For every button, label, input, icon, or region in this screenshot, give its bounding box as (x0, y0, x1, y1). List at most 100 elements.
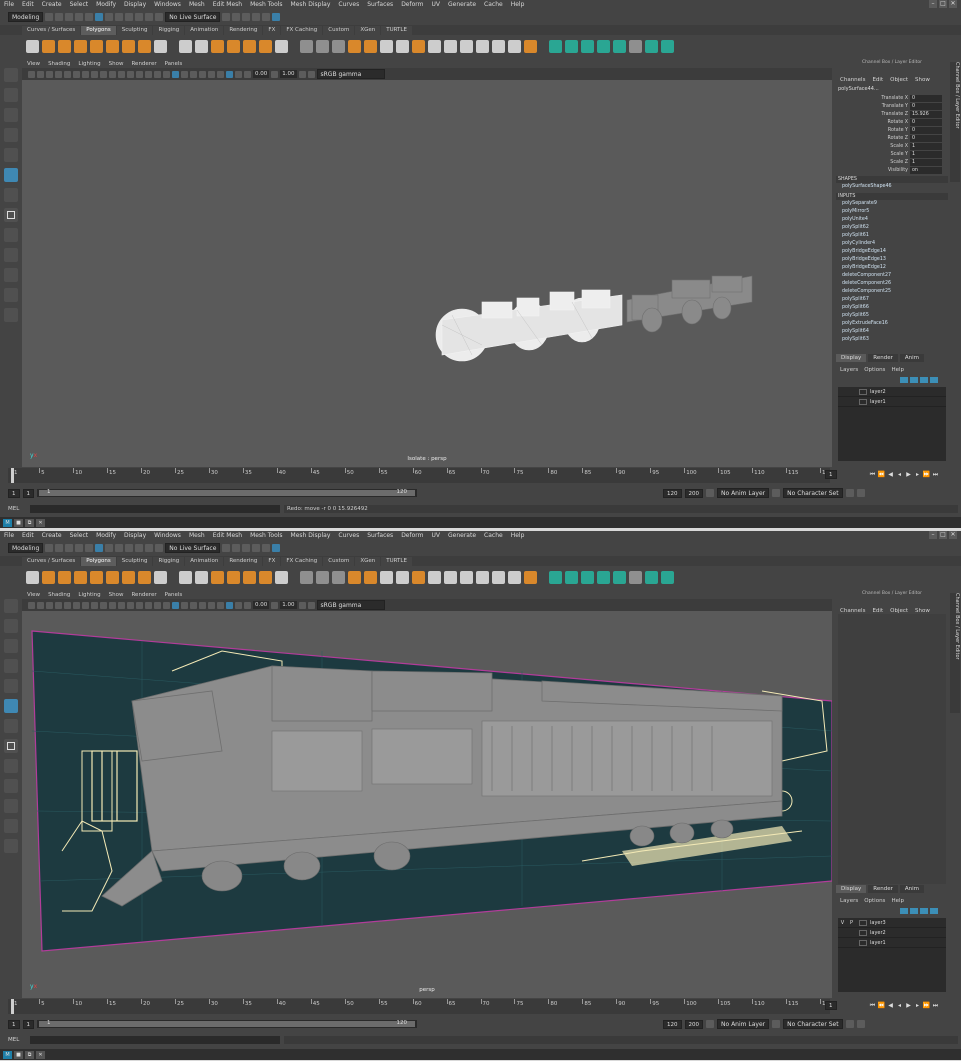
range-slider-handle[interactable] (39, 1021, 415, 1027)
shelf-tool-17-icon[interactable] (316, 40, 329, 53)
shelf-tool-16-icon[interactable] (300, 571, 313, 584)
shelf-tool-9-icon[interactable] (179, 571, 192, 584)
new-empty-layer-icon[interactable] (920, 908, 928, 914)
panel-tool-17-icon[interactable] (181, 70, 188, 78)
input-node[interactable]: polyBridgeEdge13 (836, 256, 948, 264)
shelf-tool-2-icon[interactable] (58, 571, 71, 584)
panel-tool-15-icon[interactable] (163, 601, 170, 609)
snap-curve-icon[interactable] (135, 13, 144, 21)
input-node[interactable]: polySplit62 (836, 224, 948, 232)
menu-edit-mesh[interactable]: Edit Mesh (213, 1, 242, 8)
render-icon[interactable] (232, 544, 241, 552)
command-input[interactable] (30, 504, 280, 513)
paint-select-icon[interactable] (4, 639, 18, 653)
color-space-dropdown[interactable]: sRGB gamma (316, 600, 385, 610)
panel-tool-5-icon[interactable] (73, 70, 80, 78)
panel-tool-13-icon[interactable] (145, 70, 152, 78)
shelf-tool-3-icon[interactable] (74, 40, 87, 53)
input-node[interactable]: deleteComponent26 (836, 280, 948, 288)
layer-tab-anim[interactable]: Anim (899, 885, 925, 893)
shelf-tool-22-icon[interactable] (396, 571, 409, 584)
menu-mesh[interactable]: Mesh (189, 1, 205, 8)
panel-tool-24-icon[interactable] (244, 70, 251, 78)
panel-tool-19-icon[interactable] (199, 70, 206, 78)
play-back-icon[interactable]: ◂ (896, 470, 904, 479)
ipr-icon[interactable] (242, 13, 251, 21)
play-forward-icon[interactable]: ▶ (905, 470, 913, 479)
menu-generate[interactable]: Generate (448, 1, 476, 8)
select-arrow-icon[interactable] (4, 599, 18, 613)
panel-tool-21-icon[interactable] (217, 70, 224, 78)
panel-tool-8-icon[interactable] (100, 601, 107, 609)
panel-tool-23-icon[interactable] (235, 70, 242, 78)
shelf-tab-custom[interactable]: Custom (323, 557, 355, 566)
panel-tool-9-icon[interactable] (109, 70, 116, 78)
rotate-icon[interactable] (4, 679, 18, 693)
shelf-tool-12-icon[interactable] (227, 40, 240, 53)
snap-point-icon[interactable] (145, 544, 154, 552)
shelf-tool-37-icon[interactable] (645, 40, 658, 53)
panel-menu-panels[interactable]: Panels (165, 61, 183, 67)
layer-color-swatch[interactable] (859, 929, 867, 936)
character-set-dropdown[interactable]: No Character Set (783, 488, 843, 498)
four-view-icon[interactable] (4, 759, 18, 773)
render-settings-icon[interactable] (252, 544, 261, 552)
go-to-start-icon[interactable]: ⏮ (869, 470, 877, 479)
menu-file[interactable]: File (4, 532, 14, 539)
input-node[interactable]: polySplit65 (836, 312, 948, 320)
shelf-tool-38-icon[interactable] (661, 40, 674, 53)
attribute-value[interactable]: 0 (910, 94, 942, 102)
restore-icon[interactable]: ⧉ (25, 1050, 34, 1059)
graph-layout-icon[interactable] (4, 268, 18, 282)
panel-tool-27-icon[interactable] (307, 70, 315, 78)
play-back-icon[interactable]: ◂ (896, 1001, 904, 1010)
panel-tool-22-icon[interactable] (226, 70, 233, 78)
maya-logo-icon[interactable]: M (3, 518, 12, 527)
panel-tool-3-icon[interactable] (55, 70, 62, 78)
layer-color-swatch[interactable] (859, 939, 867, 946)
layer-name[interactable]: layer2 (870, 930, 886, 936)
shelf-tool-23-icon[interactable] (412, 571, 425, 584)
panel-tool-2-icon[interactable] (46, 70, 53, 78)
move-up-icon[interactable] (900, 377, 908, 383)
attribute-value[interactable]: 0 (910, 134, 942, 142)
open-scene-icon[interactable] (55, 544, 64, 552)
layer-color-swatch[interactable] (859, 388, 867, 395)
attribute-label[interactable]: Translate X (836, 96, 910, 101)
menu-uv[interactable]: UV (432, 1, 441, 8)
shelf-tool-32-icon[interactable] (565, 40, 578, 53)
range-start-field[interactable]: 1 (8, 1019, 20, 1029)
menu-modify[interactable]: Modify (96, 532, 116, 539)
attribute-label[interactable]: Rotate X (836, 120, 910, 125)
shelf-tool-1-icon[interactable] (42, 571, 55, 584)
panel-menu-renderer[interactable]: Renderer (131, 592, 156, 598)
shelf-tab-rendering[interactable]: Rendering (224, 26, 263, 35)
restore-icon[interactable]: ⧉ (25, 518, 34, 527)
menu-curves[interactable]: Curves (338, 1, 359, 8)
menu-cache[interactable]: Cache (484, 1, 503, 8)
move-down-icon[interactable] (910, 377, 918, 383)
panel-tool-6-icon[interactable] (82, 601, 89, 609)
shelf-tab-sculpting[interactable]: Sculpting (116, 557, 153, 566)
shelf-tool-18-icon[interactable] (332, 571, 345, 584)
shelf-tool-15-icon[interactable] (275, 40, 288, 53)
shelf-tool-8-icon[interactable] (154, 571, 167, 584)
layer-name[interactable]: layer1 (870, 940, 886, 946)
close-icon[interactable]: ✕ (36, 518, 45, 527)
step-back-key-icon[interactable]: ⏪ (878, 470, 886, 479)
panel-menu-renderer[interactable]: Renderer (131, 61, 156, 67)
play-forward-icon[interactable]: ▶ (905, 1001, 913, 1010)
shelf-tool-7-icon[interactable] (138, 40, 151, 53)
shelf-tool-11-icon[interactable] (211, 40, 224, 53)
panel-tool-10-icon[interactable] (118, 70, 125, 78)
menu-surfaces[interactable]: Surfaces (367, 532, 393, 539)
panel-tool-7-icon[interactable] (91, 70, 98, 78)
misc-layout-icon[interactable] (4, 308, 18, 322)
side-tabs[interactable]: Channel Box / Layer Editor (950, 593, 960, 713)
attribute-label[interactable]: Rotate Z (836, 136, 910, 141)
shelf-tool-15-icon[interactable] (275, 571, 288, 584)
menu-mesh-display[interactable]: Mesh Display (291, 1, 331, 8)
shelf-tool-13-icon[interactable] (243, 40, 256, 53)
playback-end-field[interactable]: 120 (663, 1019, 682, 1029)
menu-help[interactable]: Help (511, 1, 525, 8)
